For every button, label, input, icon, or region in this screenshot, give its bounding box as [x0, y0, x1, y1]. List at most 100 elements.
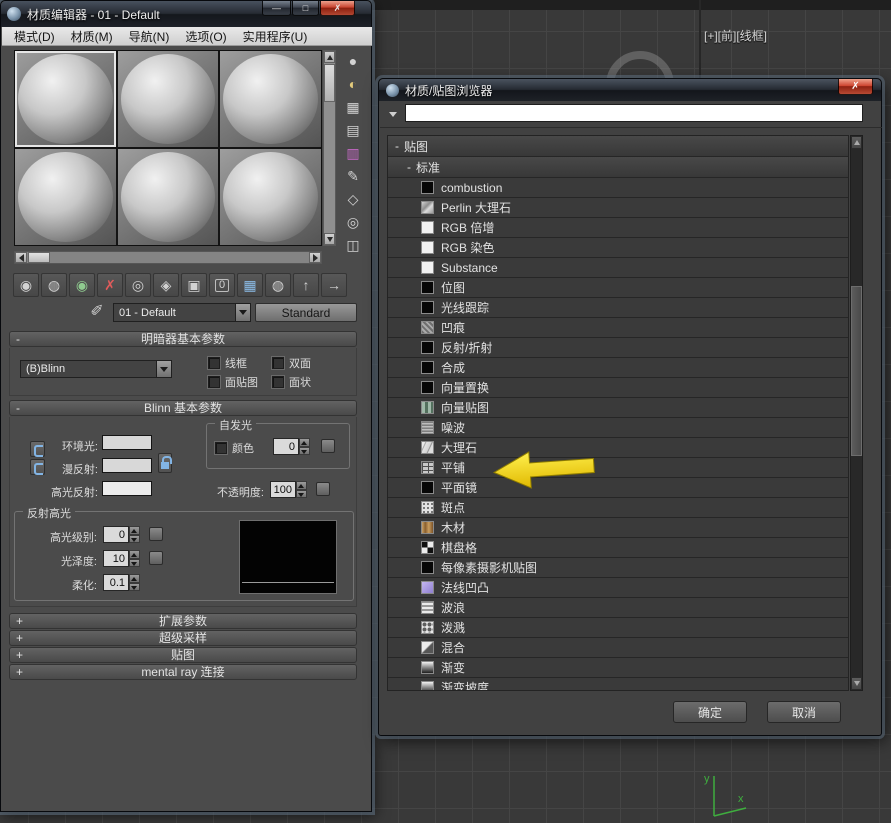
- material-type-button[interactable]: Standard: [255, 303, 357, 322]
- map-item[interactable]: 木材: [388, 518, 848, 538]
- map-item[interactable]: 合成: [388, 358, 848, 378]
- map-item[interactable]: 向量置换: [388, 378, 848, 398]
- show-end-result-button[interactable]: ◍: [265, 273, 291, 297]
- soften-spinner[interactable]: 0.1: [103, 574, 140, 591]
- map-item[interactable]: Perlin 大理石: [388, 198, 848, 218]
- specular-level-map-button[interactable]: [149, 527, 163, 541]
- browser-close-button[interactable]: ✗: [838, 79, 873, 95]
- assign-material-button[interactable]: ◉: [69, 273, 95, 297]
- two-sided-checkbox[interactable]: [272, 357, 284, 369]
- menu-mode[interactable]: 模式(D): [6, 27, 63, 46]
- sample-uv-tiling-button[interactable]: ▤: [340, 119, 366, 140]
- spinner-down-icon[interactable]: [129, 559, 140, 568]
- scroll-thumb[interactable]: [324, 64, 335, 102]
- material-sample-slot[interactable]: [220, 51, 321, 147]
- rollout-extended-params[interactable]: + 扩展参数: [9, 613, 357, 629]
- pick-material-button[interactable]: ✐: [87, 302, 107, 322]
- scroll-down-button[interactable]: [324, 233, 335, 245]
- material-name-dropdown[interactable]: 01 - Default: [113, 303, 251, 322]
- map-item[interactable]: 波浪: [388, 598, 848, 618]
- reset-map-button[interactable]: ✗: [97, 273, 123, 297]
- map-item[interactable]: RGB 倍增: [388, 218, 848, 238]
- map-item[interactable]: 平面镜: [388, 478, 848, 498]
- opacity-value[interactable]: 100: [270, 481, 296, 498]
- close-button[interactable]: ✗: [320, 1, 355, 16]
- make-copy-button[interactable]: ◎: [125, 273, 151, 297]
- select-by-material-button[interactable]: ◎: [340, 211, 366, 232]
- material-sample-slot[interactable]: [118, 51, 219, 147]
- map-group-header[interactable]: - 贴图: [388, 136, 848, 157]
- material-sample-slot[interactable]: [15, 149, 116, 245]
- map-item[interactable]: 渐变: [388, 658, 848, 678]
- map-item[interactable]: 位图: [388, 278, 848, 298]
- sample-scroll-left-button[interactable]: [15, 252, 27, 263]
- opacity-map-button[interactable]: [316, 482, 330, 496]
- menu-material[interactable]: 材质(M): [63, 27, 121, 46]
- material-id-button[interactable]: 0: [209, 273, 235, 297]
- map-item[interactable]: 噪波: [388, 418, 848, 438]
- browser-titlebar[interactable]: 材质/贴图浏览器: [379, 79, 881, 101]
- ambient-color-swatch[interactable]: [102, 435, 152, 450]
- material-sample-slot[interactable]: [220, 149, 321, 245]
- faceted-checkbox[interactable]: [272, 376, 284, 388]
- scroll-down-button[interactable]: [851, 677, 862, 690]
- material-navigator-button[interactable]: ◫: [340, 234, 366, 255]
- put-material-button[interactable]: ◍: [41, 273, 67, 297]
- rollout-supersampling[interactable]: + 超级采样: [9, 630, 357, 646]
- menu-utilities[interactable]: 实用程序(U): [235, 27, 316, 46]
- self-illum-color-checkbox[interactable]: [215, 442, 227, 454]
- minimize-button[interactable]: —: [262, 1, 291, 16]
- map-item[interactable]: 向量贴图: [388, 398, 848, 418]
- sample-horizontal-scrollbar[interactable]: [14, 251, 322, 264]
- spinner-up-icon[interactable]: [129, 574, 140, 583]
- self-illum-value[interactable]: 0: [273, 438, 299, 455]
- maximize-button[interactable]: □: [292, 1, 319, 16]
- map-item[interactable]: 大理石: [388, 438, 848, 458]
- backlight-button[interactable]: ◐: [340, 73, 366, 94]
- glossiness-spinner[interactable]: 10: [103, 550, 140, 567]
- shader-type-dropdown[interactable]: (B)Blinn: [20, 360, 172, 378]
- map-item[interactable]: 渐变坡度: [388, 678, 848, 691]
- spinner-up-icon[interactable]: [299, 438, 310, 447]
- spinner-down-icon[interactable]: [129, 583, 140, 592]
- map-item-tiles[interactable]: 平铺: [388, 458, 848, 478]
- spinner-down-icon[interactable]: [129, 535, 140, 544]
- rollout-mentalray[interactable]: + mental ray 连接: [9, 664, 357, 680]
- glossiness-value[interactable]: 10: [103, 550, 129, 567]
- map-item[interactable]: RGB 染色: [388, 238, 848, 258]
- map-item[interactable]: combustion: [388, 178, 848, 198]
- options-button[interactable]: ◇: [340, 188, 366, 209]
- rollout-shader-basic-header[interactable]: - 明暗器基本参数: [9, 331, 357, 347]
- list-scrollbar[interactable]: [850, 135, 863, 691]
- specular-level-spinner[interactable]: 0: [103, 526, 140, 543]
- specular-color-swatch[interactable]: [102, 481, 152, 496]
- sample-vertical-scrollbar[interactable]: [323, 50, 336, 246]
- menu-options[interactable]: 选项(O): [177, 27, 234, 46]
- make-unique-button[interactable]: ◈: [153, 273, 179, 297]
- map-item[interactable]: 混合: [388, 638, 848, 658]
- sample-hscroll-thumb[interactable]: [28, 252, 50, 263]
- video-color-check-button[interactable]: ▥: [340, 142, 366, 163]
- rollout-maps[interactable]: + 贴图: [9, 647, 357, 663]
- make-preview-button[interactable]: ✎: [340, 165, 366, 186]
- spinner-up-icon[interactable]: [129, 550, 140, 559]
- spinner-up-icon[interactable]: [129, 526, 140, 535]
- get-material-button[interactable]: ◉: [13, 273, 39, 297]
- map-item[interactable]: 光线跟踪: [388, 298, 848, 318]
- opacity-spinner[interactable]: 100: [270, 481, 307, 498]
- sample-type-button[interactable]: ●: [340, 50, 366, 71]
- menu-navigation[interactable]: 导航(N): [121, 27, 178, 46]
- diffuse-color-swatch[interactable]: [102, 458, 152, 473]
- sample-scroll-right-button[interactable]: [309, 252, 321, 263]
- viewport-label[interactable]: [+][前][线框]: [704, 27, 767, 44]
- map-item[interactable]: Substance: [388, 258, 848, 278]
- spinner-down-icon[interactable]: [296, 490, 307, 499]
- ok-button[interactable]: 确定: [673, 701, 747, 723]
- scroll-up-button[interactable]: [324, 51, 335, 63]
- spinner-down-icon[interactable]: [299, 447, 310, 456]
- scroll-thumb[interactable]: [851, 286, 862, 456]
- map-subgroup-header[interactable]: - 标准: [388, 157, 848, 178]
- background-button[interactable]: ▦: [340, 96, 366, 117]
- material-sample-slot-active[interactable]: [15, 51, 116, 147]
- search-input[interactable]: [405, 104, 863, 122]
